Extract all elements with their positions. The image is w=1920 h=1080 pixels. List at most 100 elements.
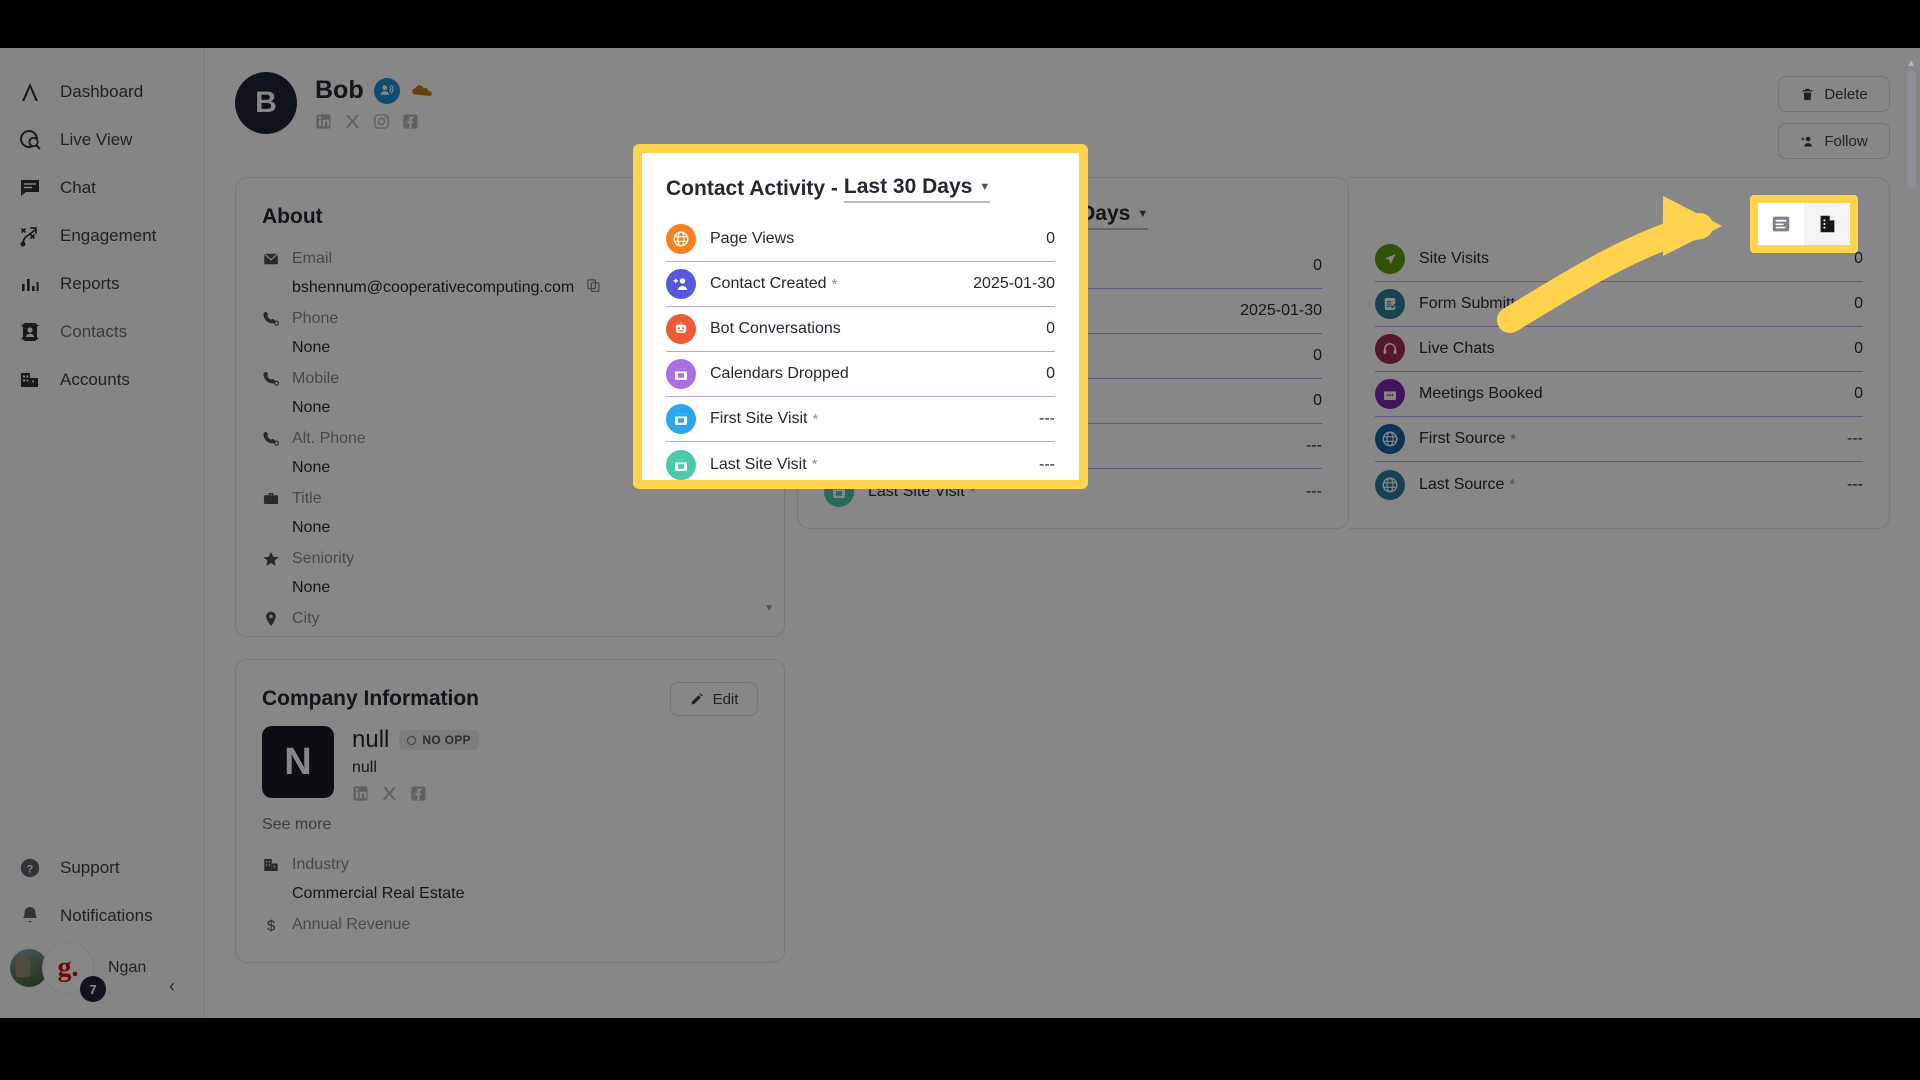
activity-label: First Source [1419,430,1506,447]
field-label: City [262,604,758,634]
activity-row[interactable]: Last Site Visit * --- [666,442,1055,487]
activity-row[interactable]: Live Chats 0 [1375,327,1863,372]
scroll-thumb[interactable] [1907,70,1916,188]
activity-row[interactable]: Bot Conversations 0 [666,307,1055,352]
activity-row[interactable]: First Source * --- [1375,417,1863,462]
chevron-down-icon: ▼ [979,181,991,193]
contact-header: B Bob Delete Follow [205,48,1920,159]
field-label-text: Title [292,490,322,507]
help-circle-icon: ? [16,854,44,882]
activity-row[interactable]: Form Submitted 0 [1375,282,1863,327]
globe-icon [1375,469,1405,500]
required-asterisk: * [1509,476,1516,493]
activity-row[interactable]: Contact Created* 2025-01-30 [666,262,1055,307]
activity-value: 0 [1854,295,1863,312]
sidebar-label: Support [60,858,120,877]
activity-value: 0 [1046,365,1055,382]
activity-label: Contact Created [710,275,827,292]
briefcase-icon [263,493,279,504]
activity-label: Form Submitted [1419,295,1533,312]
company-edit-button[interactable]: Edit [670,682,758,716]
field-value-text: None [292,579,331,596]
status-badge: NO OPP [399,730,479,750]
sidebar-item-live-view[interactable]: Live View [0,116,204,164]
headset-icon [1375,334,1405,364]
company-subtitle: null [352,759,377,776]
field-label-text: Phone [292,310,339,327]
sidebar-collapse-button[interactable]: ‹ [158,972,186,1000]
instagram-icon[interactable] [373,113,390,130]
pin-icon [266,611,276,627]
linkedin-icon[interactable] [352,785,369,802]
activity-row[interactable]: Last Source * --- [1375,462,1863,507]
activity-row[interactable]: Page Views 0 [666,217,1055,262]
facebook-icon[interactable] [402,113,419,130]
field-seniority: Seniority None [262,544,758,602]
sidebar-label: Accounts [60,370,130,389]
delete-button-label: Delete [1824,85,1868,103]
linkedin-icon[interactable] [315,113,332,130]
activity-value: --- [1039,410,1055,427]
sidebar-item-chat[interactable]: Chat [0,164,204,212]
scroll-down-caret[interactable]: ▼ [764,603,774,614]
x-icon[interactable] [381,785,398,802]
activity-value: 0 [1854,385,1863,402]
activity-row[interactable]: Calendars Dropped 0 [666,352,1055,397]
trash-icon [1802,88,1813,100]
star-icon [263,551,279,566]
main-scrollbar[interactable]: ▲ [1906,58,1916,1000]
activity-label: Last Source [1419,475,1505,493]
sidebar-item-dashboard[interactable]: Dashboard [0,68,204,116]
activity-value: --- [1306,482,1322,500]
scroll-up-caret[interactable]: ▲ [1906,58,1916,69]
calendar-icon [666,359,696,389]
sidebar-item-contacts[interactable]: Contacts [0,308,204,356]
sidebar-item-notifications[interactable]: Notifications [0,892,204,940]
field-label-text: Alt. Phone [292,430,366,447]
document-view-toggle-button[interactable] [1804,203,1850,245]
activity-row[interactable]: First Site Visit* --- [666,397,1055,442]
field-label: Seniority [262,544,758,574]
card-view-toggle-button[interactable] [1758,203,1804,245]
follow-button[interactable]: Follow [1778,123,1890,159]
sidebar-label: Dashboard [60,82,144,101]
company-logo: N [262,726,334,798]
sidebar-item-reports[interactable]: Reports [0,260,204,308]
activity-title-prefix: Contact Activity - [666,177,838,200]
field-value: None [262,634,758,636]
company-social-links [352,785,479,802]
see-more-link[interactable]: See more [262,816,758,834]
activity-label: Page Views [710,230,795,247]
date-range-select[interactable]: Last 30 Days ▼ [843,175,991,203]
activity-value: 0 [1046,230,1055,247]
sidebar-label: Contacts [60,322,128,341]
sidebar-item-accounts[interactable]: Accounts [0,356,204,404]
x-icon[interactable] [344,113,361,130]
page-title: Bob [315,76,364,104]
calendar-icon [666,404,696,434]
broadcast-icon[interactable] [373,77,400,104]
delete-button[interactable]: Delete [1778,76,1890,112]
notification-count-badge: 7 [80,976,106,1002]
sidebar-item-engagement[interactable]: Engagement [0,212,204,260]
globe-icon [666,224,696,254]
svg-text:$: $ [267,917,276,934]
sidebar-bottom: ? Support Notifications g. 7 Ngan ‹ [0,844,204,1018]
field-city: City None [262,604,758,636]
view-toggle-highlight[interactable] [1750,195,1858,253]
sidebar-item-support[interactable]: ? Support [0,844,204,892]
field-value-text: None [292,339,331,356]
chevron-down-icon: ▼ [1137,208,1149,220]
activity-value: 0 [1313,257,1322,274]
activity-row[interactable]: Meetings Booked 0 [1375,372,1863,417]
copy-icon[interactable] [586,278,601,298]
letterbox-bottom [0,1018,1920,1080]
contact-activity-highlight[interactable]: Contact Activity - Last 30 Days ▼ Page V… [633,144,1088,489]
facebook-icon[interactable] [410,785,427,802]
activity-label: Meetings Booked [1419,385,1543,402]
activity-value: --- [1847,430,1863,447]
date-range-label: Last 30 Days [843,175,973,198]
user-name: Ngan [108,959,147,976]
activity-value: --- [1039,455,1055,473]
field-label-text: Seniority [292,550,355,567]
